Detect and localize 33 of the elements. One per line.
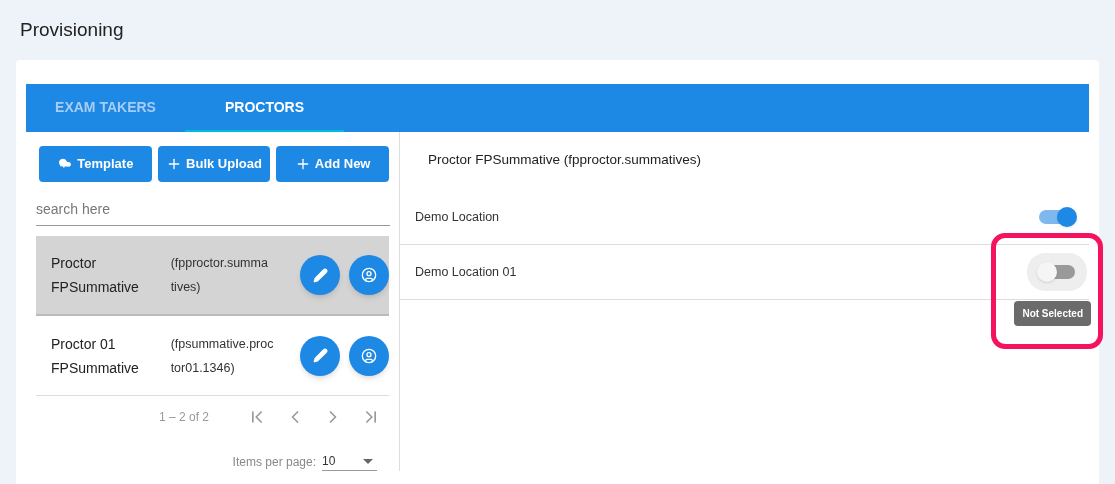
edit-icon [312, 348, 328, 363]
proctor-username: (fpsummative.proc [170, 335, 275, 353]
items-per-page-label: Items per page: [232, 453, 316, 471]
proctor-name: Proctor 01 [51, 334, 117, 354]
proctor-username: tor01.1346) [170, 359, 236, 377]
detail-title: Proctor FPSummative (fpproctor.summatives) [427, 151, 703, 169]
proctor-username: (fpproctor.summa [170, 255, 269, 272]
dropdown-caret-icon [363, 458, 373, 464]
proctor-row[interactable]: Proctor FPSummative (fpproctor.summa tives) [36, 236, 389, 316]
proctor-name: FPSummative [51, 358, 140, 378]
toolbar-button[interactable]: Template [39, 146, 152, 182]
location-name: Demo Location 01 [415, 263, 517, 281]
proctor-name: Proctor [51, 254, 98, 273]
toolbar-button[interactable]: Add New [276, 146, 389, 182]
edit-button[interactable] [300, 255, 341, 295]
tab[interactable]: PROCTORS [185, 84, 344, 132]
page-title: Provisioning [20, 18, 125, 42]
user-button[interactable] [349, 255, 389, 295]
user-icon [361, 267, 378, 283]
tab[interactable]: EXAM TAKERS [26, 84, 185, 132]
user-icon [361, 347, 378, 364]
location-name: Demo Location [415, 208, 500, 226]
tooltip: Not Selected [1014, 301, 1091, 326]
toolbar-button[interactable]: Bulk Upload [157, 146, 271, 182]
edit-icon [312, 267, 328, 283]
items-per-page-select[interactable]: 10 [322, 452, 377, 471]
search-field[interactable]: search here [36, 192, 390, 226]
proctor-name: FPSummative [51, 278, 140, 297]
page-range: 1 – 2 of 2 [158, 409, 209, 426]
toggle-switch[interactable] [1039, 210, 1075, 224]
user-button[interactable] [349, 335, 389, 376]
edit-button[interactable] [300, 335, 341, 376]
proctor-username: tives) [170, 279, 202, 296]
